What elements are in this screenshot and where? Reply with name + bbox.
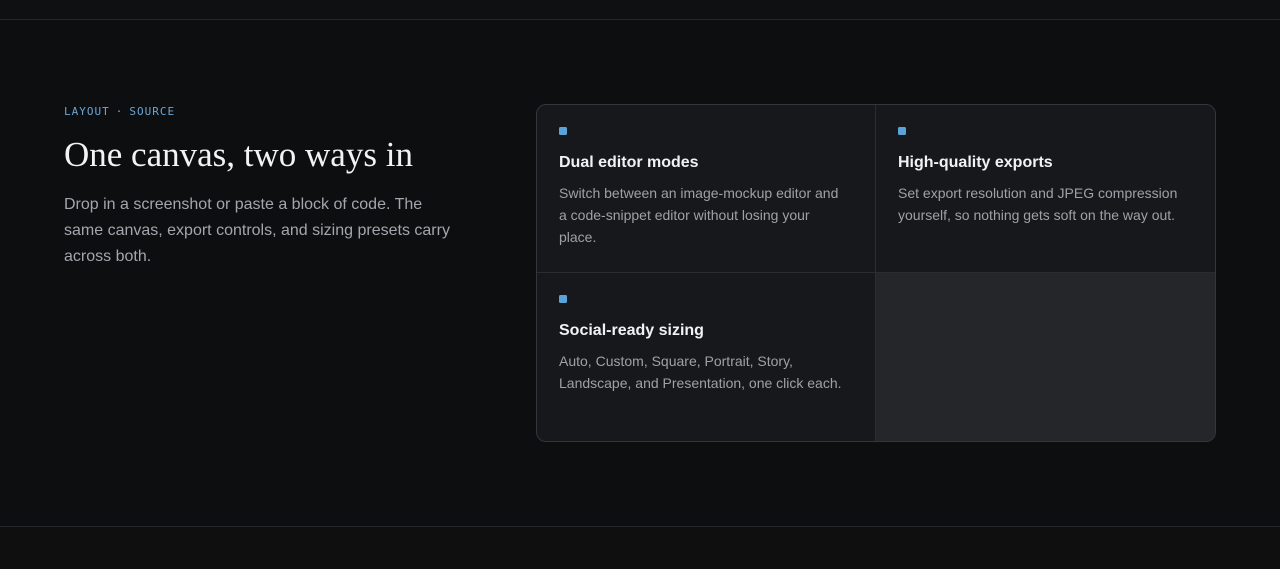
bottom-strip (0, 526, 1280, 569)
feature-card-exports: High-quality exports Set export resoluti… (876, 105, 1215, 273)
feature-description: Auto, Custom, Square, Portrait, Story, L… (559, 353, 842, 391)
eyebrow-source: SOURCE (129, 105, 176, 118)
feature-card-dual-editor: Dual editor modes Switch between an imag… (537, 105, 876, 273)
feature-title: Dual editor modes (559, 154, 699, 171)
feature-card-empty (876, 273, 1215, 441)
top-strip (0, 0, 1280, 20)
square-bullet-icon (559, 295, 567, 303)
square-bullet-icon (559, 127, 567, 135)
feature-description: Set export resolution and JPEG compressi… (898, 185, 1178, 223)
square-bullet-icon (898, 127, 906, 135)
eyebrow-layout: LAYOUT (64, 105, 110, 118)
section-title: One canvas, two ways in (64, 135, 413, 174)
section-description: Drop in a screenshot or paste a block of… (64, 196, 450, 265)
feature-title: High-quality exports (898, 154, 1053, 171)
eyebrow: LAYOUT · SOURCE (64, 104, 464, 120)
feature-grid: Dual editor modes Switch between an imag… (536, 104, 1216, 442)
feature-title: Social-ready sizing (559, 322, 704, 339)
eyebrow-separator: · (115, 105, 124, 118)
feature-description: Switch between an image-mockup editor an… (559, 185, 839, 245)
feature-card-sizing: Social-ready sizing Auto, Custom, Square… (537, 273, 876, 441)
intro-section: LAYOUT · SOURCE One canvas, two ways in Dr… (64, 104, 464, 270)
